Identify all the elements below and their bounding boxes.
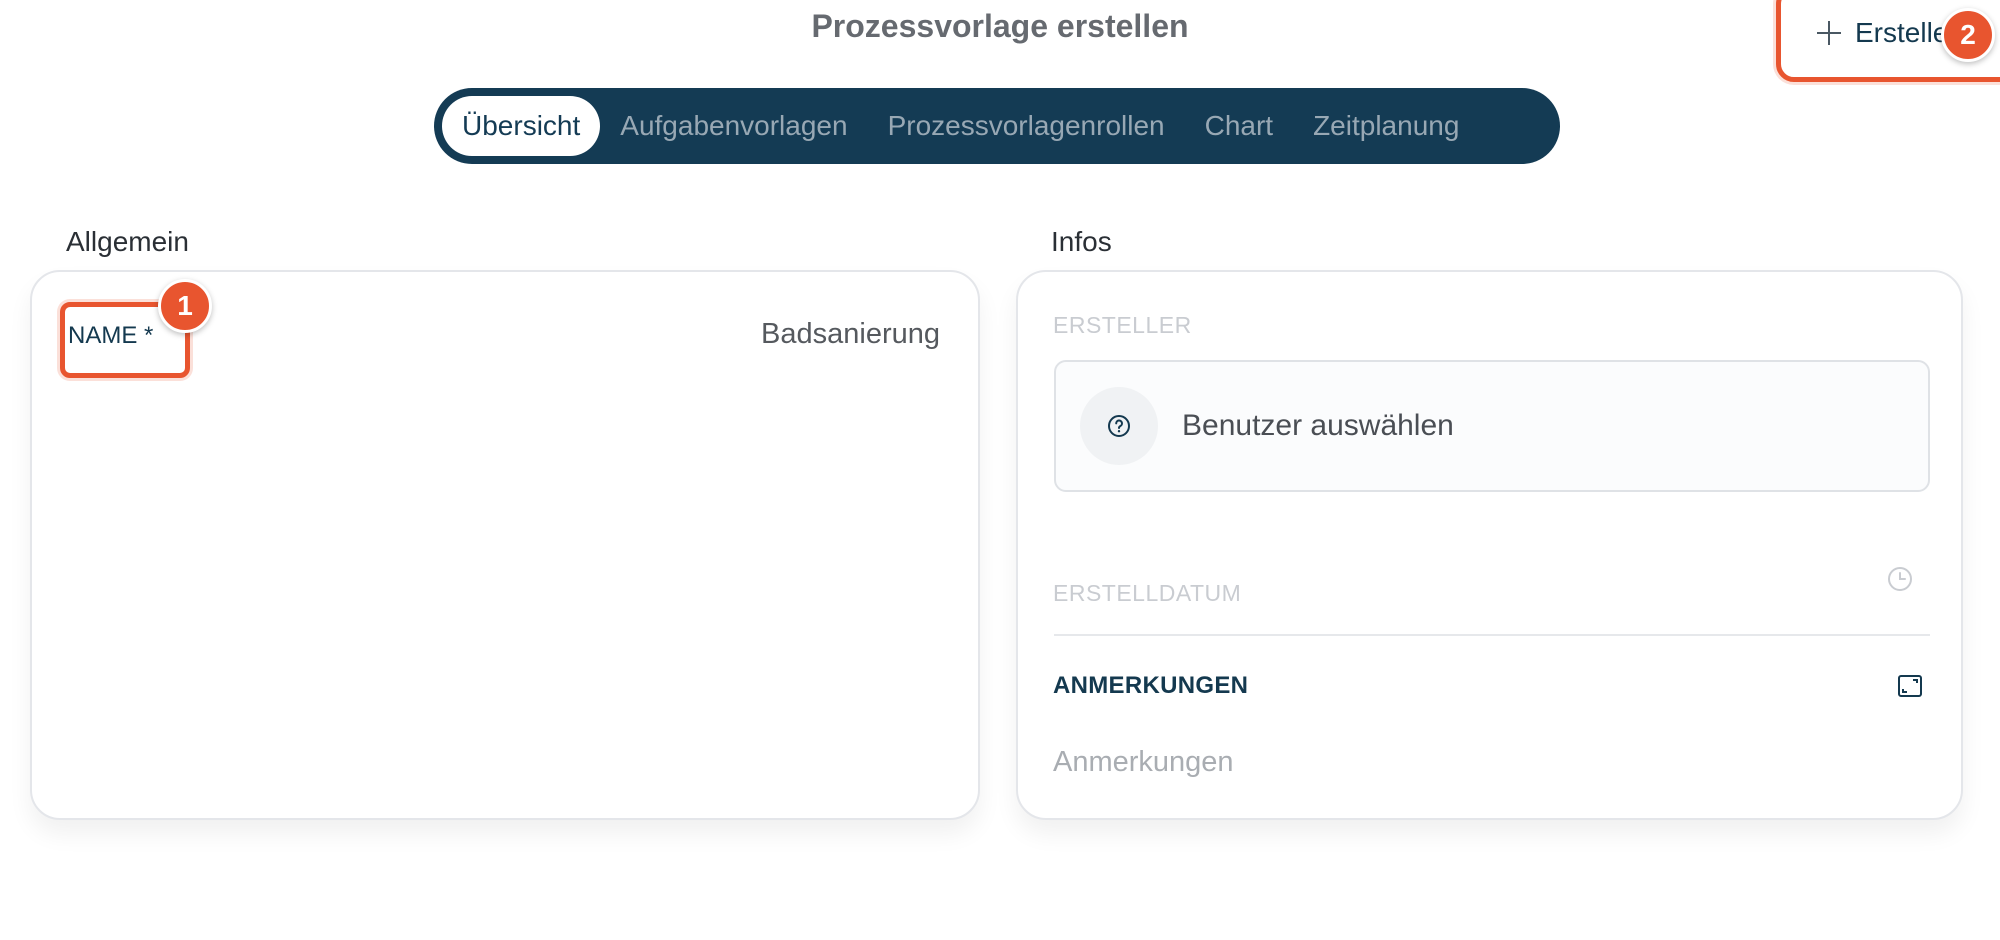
info-card: ERSTELLER Benutzer auswählen ERSTELLDATU…	[1016, 270, 1963, 820]
page: Prozessvorlage erstellen Erstellen 2 Übe…	[0, 0, 2000, 940]
tab-bar: Übersicht Aufgabenvorlagen Prozessvorlag…	[434, 88, 1560, 164]
divider	[1054, 634, 1930, 636]
creator-label: ERSTELLER	[1053, 312, 1192, 338]
help-circle-icon	[1080, 387, 1158, 465]
step-badge-2: 2	[1941, 8, 1995, 62]
notes-input[interactable]	[1053, 742, 1923, 782]
user-select[interactable]: Benutzer auswählen	[1054, 360, 1930, 492]
created-date-label: ERSTELLDATUM	[1053, 580, 1242, 606]
tab-aufgabenvorlagen[interactable]: Aufgabenvorlagen	[600, 96, 867, 156]
tab-uebersicht[interactable]: Übersicht	[442, 96, 601, 156]
page-title: Prozessvorlage erstellen	[811, 8, 1189, 44]
clock-icon	[1888, 567, 1912, 591]
user-select-placeholder: Benutzer auswählen	[1182, 409, 1454, 442]
name-label: NAME *	[68, 322, 154, 349]
section-title-info: Infos	[1051, 226, 1112, 257]
section-title-general: Allgemein	[66, 226, 189, 257]
general-card: NAME * Badsanierung	[30, 270, 980, 820]
plus-icon	[1817, 21, 1841, 45]
step-badge-1: 1	[158, 279, 212, 333]
notes-label: ANMERKUNGEN	[1053, 672, 1249, 699]
tab-chart[interactable]: Chart	[1185, 96, 1293, 156]
name-value[interactable]: Badsanierung	[761, 318, 940, 351]
expand-icon[interactable]	[1897, 674, 1923, 698]
tab-prozessvorlagenrollen[interactable]: Prozessvorlagenrollen	[868, 96, 1185, 156]
tab-zeitplanung[interactable]: Zeitplanung	[1293, 96, 1479, 156]
